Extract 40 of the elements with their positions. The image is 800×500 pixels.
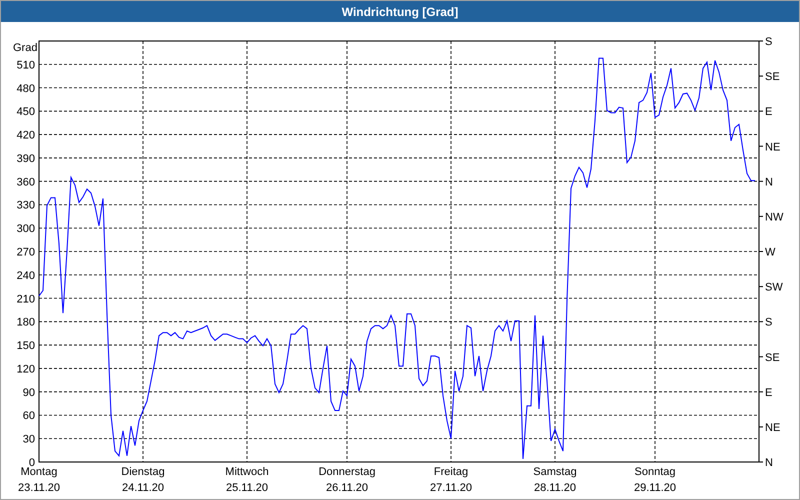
compass-label: SW (765, 282, 783, 294)
compass-label: E (765, 386, 772, 399)
y-tick-label: 300 (16, 223, 35, 236)
compass-label: W (765, 246, 776, 258)
y-tick-label: 210 (16, 293, 35, 306)
y-tick-label: 270 (16, 246, 35, 258)
y-tick-label: 90 (22, 386, 35, 399)
compass-label: SE (765, 71, 780, 84)
compass-label: NE (765, 141, 780, 154)
y-tick-label: 450 (16, 106, 35, 118)
window-title: Windrichtung [Grad] (342, 4, 458, 20)
compass-label: E (765, 106, 772, 118)
compass-label: S (765, 36, 772, 48)
compass-label: NW (765, 211, 784, 224)
x-tick-label: Sonntag 29.11.20 (634, 466, 676, 494)
x-tick-label: Donnerstag 26.11.20 (318, 466, 376, 494)
y-tick-label: 0 (28, 457, 35, 469)
compass-label: S (765, 316, 772, 329)
x-tick-label: Mittwoch 25.11.20 (225, 466, 269, 494)
compass-label: N (765, 176, 773, 188)
y-tick-label: 180 (16, 316, 35, 329)
y-axis-label: Grad (13, 42, 38, 54)
y-tick-label: 330 (16, 200, 35, 212)
y-tick-label: 420 (16, 130, 35, 142)
y-tick-label: 480 (16, 82, 35, 95)
y-tick-label: 240 (16, 270, 35, 282)
x-tick-label: Freitag 27.11.20 (430, 466, 472, 494)
y-tick-label: 510 (16, 59, 35, 72)
compass-label: SE (765, 352, 780, 364)
y-tick-label: 150 (16, 340, 35, 352)
compass-label: NE (765, 422, 780, 434)
y-tick-label: 120 (16, 363, 35, 376)
x-tick-label: Montag 23.11.20 (18, 466, 60, 494)
y-tick-label: 390 (16, 152, 35, 165)
compass-label: N (765, 457, 773, 469)
x-tick-label: Dienstag 24.11.20 (121, 466, 165, 494)
y-tick-label: 60 (22, 410, 35, 422)
y-tick-label: 360 (16, 176, 35, 188)
y-tick-label: 30 (22, 434, 35, 446)
x-tick-label: Samstag 28.11.20 (533, 466, 577, 494)
